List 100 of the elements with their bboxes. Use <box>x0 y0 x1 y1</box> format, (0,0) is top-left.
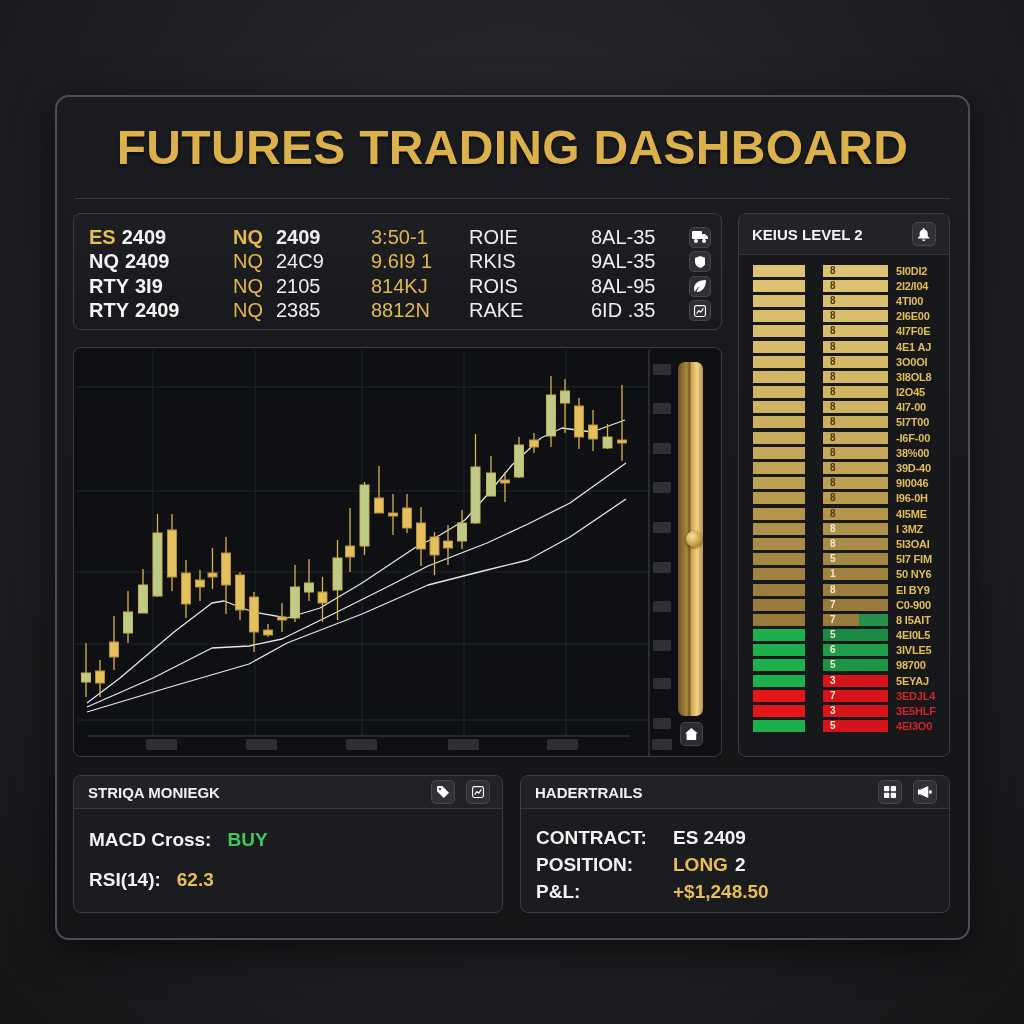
candlestick <box>207 547 218 590</box>
candlestick <box>138 568 148 614</box>
ticker-symbol: RTY <box>89 299 129 323</box>
candlestick <box>388 493 398 536</box>
price-level: I96-0H <box>896 492 928 505</box>
candlestick <box>235 571 245 621</box>
alert-button[interactable] <box>912 222 936 246</box>
order-count: 8 <box>830 417 836 428</box>
price-level: 38%00 <box>896 446 930 459</box>
field-value: LONG <box>673 853 728 876</box>
axis-label-placeholder <box>653 443 671 454</box>
price-level: 5I7T00 <box>896 416 930 429</box>
axis-label-placeholder <box>653 678 671 689</box>
candlestick <box>249 591 259 653</box>
shield-icon <box>694 255 706 268</box>
candlestick <box>486 455 496 497</box>
order-count: 3 <box>830 706 836 717</box>
axis-label-placeholder <box>547 739 578 750</box>
ticker-cell-text: RAKE <box>469 299 525 323</box>
price-level: 39D-40 <box>896 462 931 475</box>
panel-title: HADERTRAILS <box>535 783 643 801</box>
axis-label-placeholder <box>653 403 671 414</box>
price-level: 4E1 AJ <box>896 340 932 353</box>
order-count: 7 <box>830 614 836 625</box>
panel-icon-button[interactable] <box>466 780 490 804</box>
order-count: 8 <box>830 326 836 337</box>
candlestick <box>263 623 273 638</box>
ticker-cell-text: NQ <box>233 250 264 274</box>
price-level: 2I2/I04 <box>896 279 929 292</box>
candlestick <box>429 531 440 576</box>
price-level: 5EYAJ <box>896 674 929 687</box>
price-level: C0-900 <box>896 598 931 611</box>
contract-month: 2409 <box>125 250 170 274</box>
indicator-label: MACD Cross: <box>89 829 212 851</box>
row-action-button[interactable] <box>689 300 711 322</box>
order-count: 8 <box>830 463 836 474</box>
axis-label-placeholder <box>653 601 671 612</box>
ticker-cell-text: 6ID .35 <box>591 299 657 323</box>
order-count: 1 <box>830 569 836 580</box>
candlestick <box>123 590 133 644</box>
line-chart-icon <box>694 304 706 317</box>
order-count: 8 <box>830 402 836 413</box>
order-count: 7 <box>830 599 836 610</box>
candlestick <box>95 659 105 698</box>
slider-track[interactable] <box>678 362 703 716</box>
axis-label-placeholder <box>653 718 671 729</box>
price-level: 9I0046 <box>896 477 929 490</box>
indicator-label: RSI(14): <box>89 869 161 891</box>
candlestick <box>181 559 191 619</box>
order-count: 8 <box>830 295 836 306</box>
panel-icon-button[interactable] <box>878 780 902 804</box>
panel-icon-button[interactable] <box>431 780 455 804</box>
panel-title: KEIUS LEVEL 2 <box>752 225 863 243</box>
ticker-cell-text: ROIE <box>469 225 519 249</box>
ticker-cell-text: ROIS <box>469 274 519 298</box>
axis-label-placeholder <box>653 364 671 375</box>
candlestick <box>277 602 287 633</box>
price-level: 3IVLE5 <box>896 644 932 657</box>
field-value: +$1,248.50 <box>673 880 769 903</box>
panel-title: STRIQA MONIEGK <box>88 783 220 801</box>
axis-label-placeholder <box>346 739 377 750</box>
price-level: 4EI3O0 <box>896 720 933 733</box>
axis-label-placeholder <box>653 562 671 573</box>
grid-icon <box>884 786 896 798</box>
ticker-symbol: RTY <box>89 274 129 298</box>
order-count: 8 <box>830 508 836 519</box>
panel-icon-button[interactable] <box>913 780 937 804</box>
axis-label-placeholder <box>652 739 672 750</box>
order-count: 8 <box>830 523 836 534</box>
order-count: 6 <box>830 645 836 656</box>
order-count: 5 <box>830 554 836 565</box>
ticker-cell-text: 8AL-35 <box>591 225 657 249</box>
ticker-cell-text: 24C9 <box>276 250 325 274</box>
candlestick <box>304 558 314 602</box>
order-count: 8 <box>830 584 836 595</box>
ticker-cell-text: NQ <box>233 225 264 249</box>
price-level: 8 I5AIT <box>896 613 931 626</box>
ticker-cell-text: 2385 <box>276 299 322 323</box>
ticker-cell-text: 8AL-95 <box>591 274 657 298</box>
order-count: 5 <box>830 660 836 671</box>
order-count: 8 <box>830 280 836 291</box>
row-action-button[interactable] <box>689 226 711 248</box>
slider-thumb[interactable] <box>686 531 702 547</box>
contract-month: 2409 <box>121 225 167 249</box>
tag-icon <box>437 786 449 798</box>
house-button[interactable] <box>680 722 703 746</box>
ticker-cell-text: 814KJ <box>371 274 429 298</box>
order-count: 8 <box>830 538 836 549</box>
indicator-value: BUY <box>227 829 268 851</box>
axis-label-placeholder <box>653 482 671 493</box>
axis-label-placeholder <box>448 739 479 750</box>
row-action-button[interactable] <box>689 275 711 297</box>
bell-icon <box>918 227 930 241</box>
leaf-icon <box>694 280 706 293</box>
field-value: 2 <box>734 853 746 876</box>
row-action-button[interactable] <box>689 251 711 273</box>
order-count: 8 <box>830 341 836 352</box>
candlestick <box>602 423 613 450</box>
ticker-cell-text: 2409 <box>276 225 322 249</box>
price-level: 4EI0L5 <box>896 629 931 642</box>
